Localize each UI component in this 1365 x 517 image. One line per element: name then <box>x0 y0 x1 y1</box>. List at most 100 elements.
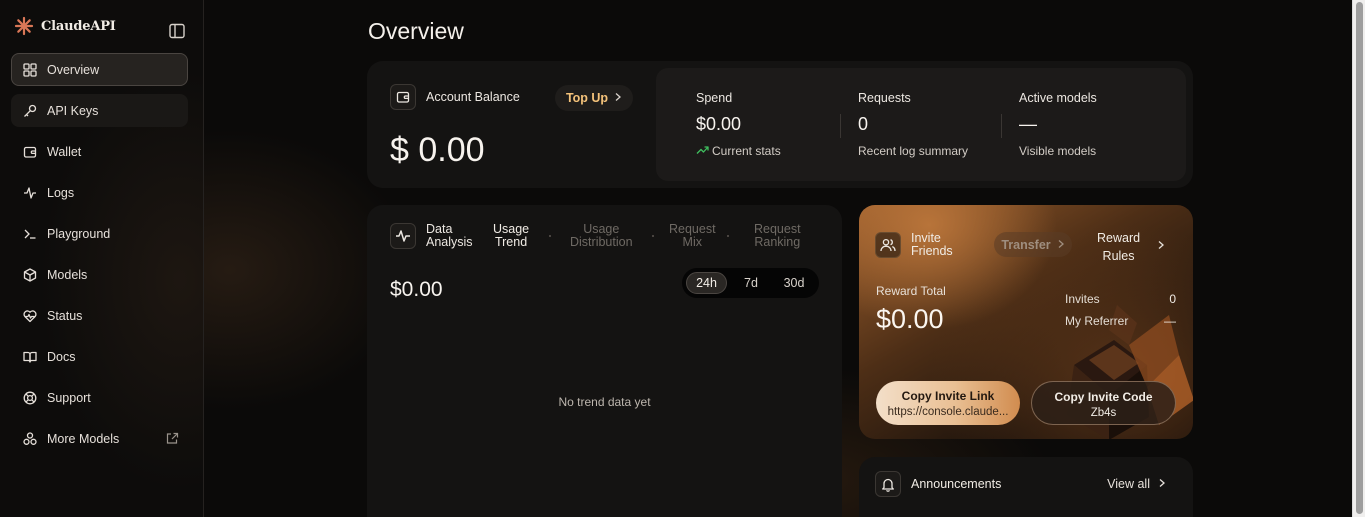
sidebar-item-label: Support <box>47 390 91 405</box>
chevron-right-icon <box>614 91 622 105</box>
announcements-card: Announcements View all <box>859 457 1193 517</box>
copy-invite-link-button[interactable]: Copy Invite Link https://console.claude.… <box>876 381 1020 425</box>
tab-separator <box>652 235 654 237</box>
terminal-icon <box>22 226 37 241</box>
copy-link-value: https://console.claude... <box>887 406 1009 418</box>
brand[interactable]: ClaudeAPI <box>14 16 116 36</box>
sidebar-item-wallet[interactable]: Wallet <box>11 135 188 168</box>
data-analysis-card: Data Analysis Usage Trend Usage Distributi… <box>367 205 842 517</box>
wallet-icon <box>22 144 37 159</box>
view-all-link[interactable]: View all <box>1107 477 1166 491</box>
stat-title: Spend <box>696 91 733 105</box>
tab-request-ranking[interactable]: Request Ranking <box>754 223 801 249</box>
range-24h-button[interactable]: 24h <box>686 272 727 294</box>
sidebar-item-label: Docs <box>47 349 76 364</box>
claude-logo-icon <box>14 16 34 36</box>
stat-divider <box>1001 114 1002 138</box>
top-up-button[interactable]: Top Up <box>555 85 633 111</box>
stat-title: Active models <box>1019 91 1097 105</box>
trending-up-icon <box>696 144 709 158</box>
sidebar-item-api-keys[interactable]: API Keys <box>11 94 188 127</box>
sidebar-item-overview[interactable]: Overview <box>11 53 188 86</box>
time-range-selector: 24h 7d 30d <box>682 268 819 298</box>
analysis-amount: $0.00 <box>390 278 443 301</box>
brand-name: ClaudeAPI <box>41 18 116 34</box>
referrer-label: My Referrer <box>1065 314 1129 328</box>
account-balance-header: Account Balance <box>390 84 520 110</box>
copy-link-label: Copy Invite Link <box>901 389 995 403</box>
bell-icon <box>875 471 901 497</box>
balance-amount: $ 0.00 <box>390 131 485 169</box>
sidebar-item-label: Logs <box>47 185 75 200</box>
wallet-icon <box>390 84 416 110</box>
invites-label: Invites <box>1065 292 1100 306</box>
sidebar-item-status[interactable]: Status <box>11 299 188 332</box>
tab-separator <box>727 235 729 237</box>
sidebar: ClaudeAPI Overview API Keys Wallet Logs … <box>0 0 204 517</box>
sidebar-item-label: Status <box>47 308 83 323</box>
sidebar-item-label: Models <box>47 267 88 282</box>
vertical-scrollbar[interactable] <box>1352 0 1365 517</box>
sidebar-item-label: API Keys <box>47 103 99 118</box>
chevron-right-icon[interactable] <box>1157 238 1165 253</box>
sidebar-item-label: Playground <box>47 226 111 241</box>
apps-icon <box>22 431 37 446</box>
tab-separator <box>549 235 551 237</box>
chevron-right-icon <box>1158 477 1166 491</box>
range-7d-button[interactable]: 7d <box>735 272 767 294</box>
reward-rules-link[interactable]: Reward Rules <box>1097 229 1140 265</box>
stat-divider <box>840 114 841 138</box>
sidebar-item-logs[interactable]: Logs <box>11 176 188 209</box>
copy-code-value: Zb4s <box>1090 407 1117 419</box>
invite-title: Invite Friends <box>911 231 953 258</box>
sidebar-item-docs[interactable]: Docs <box>11 340 188 373</box>
sidebar-item-label: Wallet <box>47 144 82 159</box>
invite-header: Invite Friends <box>875 232 953 258</box>
reward-total-amount: $0.00 <box>876 304 944 334</box>
sidebar-item-label: Overview <box>47 62 100 77</box>
book-icon <box>22 349 37 364</box>
lifebuoy-icon <box>22 390 37 405</box>
sidebar-item-playground[interactable]: Playground <box>11 217 188 250</box>
data-analysis-header: Data Analysis <box>390 223 473 249</box>
stat-spend: Spend $0.00 Current stats <box>696 91 781 158</box>
activity-icon <box>22 185 37 200</box>
sidebar-item-more-models[interactable]: More Models <box>11 422 188 455</box>
range-30d-button[interactable]: 30d <box>775 272 813 294</box>
users-icon <box>875 232 901 258</box>
sidebar-item-models[interactable]: Models <box>11 258 188 291</box>
tab-request-mix[interactable]: Request Mix <box>669 223 716 249</box>
cube-icon <box>22 267 37 282</box>
invite-friends-card: Invite Friends Transfer Reward Rules Rew… <box>859 205 1193 439</box>
data-analysis-title: Data Analysis <box>426 222 473 249</box>
top-up-label: Top Up <box>565 91 609 105</box>
referrer-value: — <box>1164 314 1176 328</box>
key-icon <box>22 103 37 118</box>
chevron-right-icon <box>1057 238 1065 252</box>
page-title: Overview <box>368 18 464 44</box>
stat-subtitle: Visible models <box>1019 144 1097 158</box>
transfer-label: Transfer <box>1001 237 1051 252</box>
sidebar-item-support[interactable]: Support <box>11 381 188 414</box>
announcements-header: Announcements <box>875 471 1001 497</box>
tab-usage-trend[interactable]: Usage Trend <box>493 223 529 249</box>
stat-value: 0 <box>858 114 869 134</box>
reward-total-label: Reward Total <box>876 284 946 298</box>
announcements-title: Announcements <box>911 477 1002 491</box>
sidebar-item-label: More Models <box>47 431 120 446</box>
grid-icon <box>22 62 37 77</box>
activity-icon <box>390 223 416 249</box>
sidebar-toggle-icon[interactable] <box>168 22 188 42</box>
empty-state-text: No trend data yet <box>558 395 651 409</box>
copy-invite-code-button[interactable]: Copy Invite Code Zb4s <box>1031 381 1176 425</box>
transfer-button[interactable]: Transfer <box>994 232 1072 257</box>
stat-title: Requests <box>858 91 911 105</box>
external-link-icon <box>166 432 179 448</box>
account-balance-card: Account Balance Top Up $ 0.00 Spend $0.0… <box>367 61 1193 188</box>
tab-usage-distribution[interactable]: Usage Distribution <box>570 223 633 249</box>
stat-requests: Requests 0 Recent log summary <box>858 91 968 158</box>
stats-panel: Spend $0.00 Current stats Requests 0 Rec… <box>656 68 1186 181</box>
scrollbar-thumb[interactable] <box>1356 2 1363 514</box>
sidebar-nav: Overview API Keys Wallet Logs Playground <box>11 53 188 463</box>
stat-subtitle: Recent log summary <box>858 144 969 158</box>
